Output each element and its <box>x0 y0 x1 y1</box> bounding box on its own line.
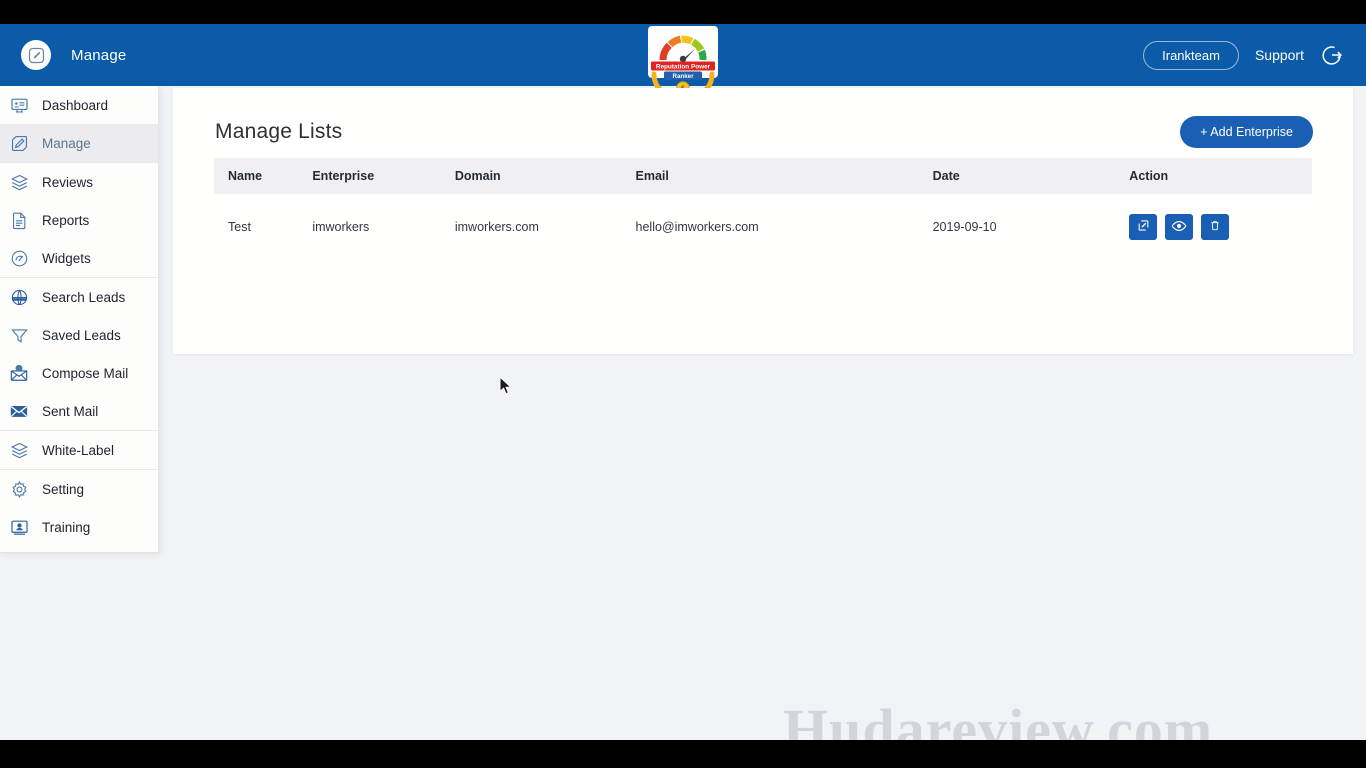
sidebar-group-5: Setting Training <box>0 470 158 546</box>
sidebar: Dashboard Manage Reviews Reports Widgets… <box>0 86 159 553</box>
edit-row-button[interactable] <box>1129 214 1158 240</box>
sidebar-item-saved-leads[interactable]: Saved Leads <box>0 316 158 354</box>
table-body: Test imworkers imworkers.com hello@imwor… <box>214 194 1312 260</box>
sidebar-label: Setting <box>42 481 85 497</box>
sidebar-group-2: Reviews Reports Widgets <box>0 163 158 278</box>
layers-icon <box>8 439 30 461</box>
column-header-date: Date <box>932 169 960 183</box>
svg-text:Ranker: Ranker <box>673 73 695 80</box>
navbar-left: Manage <box>0 40 126 70</box>
sidebar-item-widgets[interactable]: Widgets <box>0 239 158 277</box>
delete-row-button[interactable] <box>1201 214 1230 240</box>
column-header-domain: Domain <box>454 169 501 183</box>
app-page: Manage Reputation Power Ranker Irankteam… <box>0 24 1366 740</box>
manage-lists-card: Manage Lists + Add Enterprise Name Enter… <box>173 88 1353 354</box>
watermark: Hudareview.com <box>783 697 1214 740</box>
navbar-title: Manage <box>71 46 127 64</box>
sidebar-label: Manage <box>42 135 91 151</box>
training-screen-icon <box>8 516 30 538</box>
page-title: Manage Lists <box>215 120 343 143</box>
sidebar-group-3: Search Leads Saved Leads Compose Mail Se… <box>0 278 158 431</box>
sidebar-item-compose-mail[interactable]: Compose Mail <box>0 354 158 392</box>
column-header-name: Name <box>228 169 263 183</box>
sidebar-label: Sent Mail <box>42 403 99 419</box>
sidebar-label: Saved Leads <box>42 327 121 343</box>
sidebar-label: Dashboard <box>42 97 109 113</box>
user-account-button[interactable]: Irankteam <box>1143 40 1239 70</box>
sidebar-label: Reviews <box>42 174 94 190</box>
table-row[interactable]: Test imworkers imworkers.com hello@imwor… <box>214 194 1312 260</box>
gauge-circle-icon <box>8 247 30 269</box>
support-link[interactable]: Support <box>1255 47 1304 63</box>
screen-root: Manage Reputation Power Ranker Irankteam… <box>0 0 1366 768</box>
document-lines-icon <box>8 209 30 231</box>
sidebar-label: Reports <box>42 212 90 228</box>
cell-email: hello@imworkers.com <box>635 220 759 234</box>
sidebar-group-1: Dashboard Manage <box>0 86 158 163</box>
svg-text:Reputation Power: Reputation Power <box>656 64 711 71</box>
sidebar-label: Training <box>42 519 91 535</box>
sidebar-item-reports[interactable]: Reports <box>0 201 158 239</box>
enterprise-table: Name Enterprise Domain Email Date Action… <box>214 158 1312 260</box>
sidebar-label: Widgets <box>42 250 91 266</box>
cell-enterprise: imworkers <box>312 220 370 234</box>
sidebar-label: Compose Mail <box>42 365 129 381</box>
column-header-email: Email <box>635 169 669 183</box>
table-header-row: Name Enterprise Domain Email Date Action <box>214 158 1312 194</box>
delete-trash-icon <box>1209 219 1221 235</box>
add-enterprise-button[interactable]: + Add Enterprise <box>1180 116 1313 148</box>
sidebar-item-sent-mail[interactable]: Sent Mail <box>0 392 158 430</box>
sent-mail-icon <box>8 400 30 422</box>
sidebar-item-setting[interactable]: Setting <box>0 470 158 508</box>
sidebar-label: Search Leads <box>42 289 126 305</box>
column-header-enterprise: Enterprise <box>312 169 375 183</box>
table-head: Name Enterprise Domain Email Date Action <box>214 158 1312 194</box>
sidebar-item-white-label[interactable]: White-Label <box>0 431 158 469</box>
sidebar-item-dashboard[interactable]: Dashboard <box>0 86 158 124</box>
logout-icon[interactable] <box>1320 43 1344 67</box>
view-eye-icon <box>1171 218 1187 237</box>
view-row-button[interactable] <box>1165 214 1194 240</box>
top-navbar: Manage Reputation Power Ranker Irankteam… <box>0 24 1366 102</box>
cell-actions <box>1129 194 1312 260</box>
cell-date: 2019-09-10 <box>932 220 997 234</box>
navbar-right: Irankteam Support <box>1143 24 1344 86</box>
sidebar-item-training[interactable]: Training <box>0 508 158 546</box>
edit-square-icon <box>8 132 30 154</box>
sidebar-label: White-Label <box>42 442 115 458</box>
brand-edit-square-icon[interactable] <box>21 40 51 70</box>
monitor-dashboard-icon <box>8 94 30 116</box>
row-action-buttons <box>1129 214 1312 240</box>
edit-icon <box>1137 219 1150 235</box>
sidebar-group-4: White-Label <box>0 431 158 470</box>
search-globe-icon <box>8 286 30 308</box>
sidebar-item-reviews[interactable]: Reviews <box>0 163 158 201</box>
column-header-action: Action <box>1129 169 1169 183</box>
sidebar-item-manage[interactable]: Manage <box>0 124 158 162</box>
card-header: Manage Lists + Add Enterprise <box>173 88 1353 158</box>
compose-mail-icon <box>8 362 30 384</box>
cell-domain: imworkers.com <box>454 220 539 234</box>
cell-name: Test <box>228 220 251 234</box>
gear-icon <box>8 478 30 500</box>
funnel-icon <box>8 324 30 346</box>
letterbox-top <box>0 0 1366 24</box>
layers-icon <box>8 171 30 193</box>
mouse-pointer-icon <box>499 375 513 396</box>
sidebar-item-search-leads[interactable]: Search Leads <box>0 278 158 316</box>
letterbox-bottom <box>0 740 1366 768</box>
